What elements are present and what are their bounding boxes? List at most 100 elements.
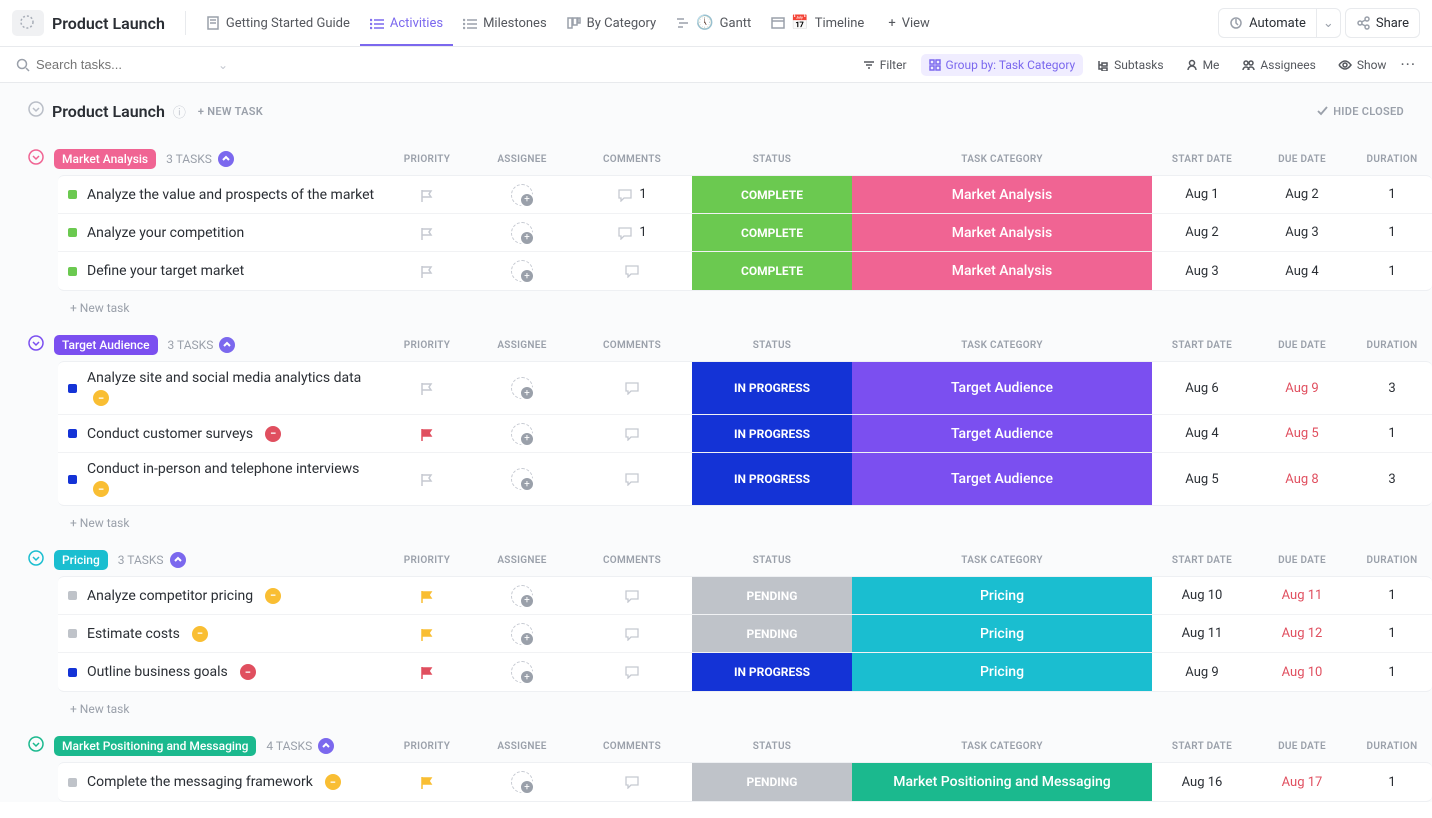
cell-due-date[interactable]: Aug 12 [1252,615,1352,652]
assignee-placeholder-icon[interactable] [511,661,533,683]
cell-start-date[interactable]: Aug 6 [1152,362,1252,414]
cell-category[interactable]: Target Audience [852,362,1152,414]
task-name[interactable]: Analyze your competition [87,225,244,241]
cell-comments[interactable] [572,653,692,691]
col-comments[interactable]: COMMENTS [572,741,692,752]
cell-status[interactable]: COMPLETE [692,176,852,213]
me-button[interactable]: Me [1178,54,1228,76]
cell-due-date[interactable]: Aug 3 [1252,214,1352,251]
cell-category[interactable]: Market Analysis [852,252,1152,290]
col-priority[interactable]: PRIORITY [382,555,472,566]
cell-status[interactable]: PENDING [692,763,852,801]
col-assignee[interactable]: ASSIGNEE [472,154,572,165]
cell-due-date[interactable]: Aug 11 [1252,577,1352,614]
priority-flag-icon[interactable] [420,427,434,441]
task-row[interactable]: Estimate costs − PENDING Pricing Aug 11 … [58,615,1432,653]
show-button[interactable]: Show [1330,54,1395,76]
cell-assignee[interactable] [472,577,572,614]
cell-due-date[interactable]: Aug 8 [1252,453,1352,505]
col-duration[interactable]: DURATION [1352,555,1432,566]
cell-priority[interactable] [382,176,472,213]
task-row[interactable]: Analyze the value and prospects of the m… [58,176,1432,214]
groupby-button[interactable]: Group by: Task Category [921,54,1084,76]
status-dot[interactable] [68,429,77,438]
cell-assignee[interactable] [472,453,572,505]
cell-comments[interactable]: 1 [572,214,692,251]
col-assignee[interactable]: ASSIGNEE [472,555,572,566]
status-dot[interactable] [68,384,77,393]
cell-due-date[interactable]: Aug 17 [1252,763,1352,801]
share-button[interactable]: Share [1345,8,1420,38]
col-start-date[interactable]: START DATE [1152,741,1252,752]
cell-comments[interactable] [572,615,692,652]
group-name[interactable]: Pricing [54,550,108,570]
col-start-date[interactable]: START DATE [1152,555,1252,566]
col-duration[interactable]: DURATION [1352,340,1432,351]
cell-due-date[interactable]: Aug 2 [1252,176,1352,213]
cell-start-date[interactable]: Aug 2 [1152,214,1252,251]
col-duration[interactable]: DURATION [1352,154,1432,165]
cell-duration[interactable]: 3 [1352,453,1432,505]
col-task-category[interactable]: TASK CATEGORY [852,154,1152,165]
priority-flag-icon[interactable] [420,627,434,641]
cell-assignee[interactable] [472,214,572,251]
cell-duration[interactable]: 1 [1352,176,1432,213]
status-dot[interactable] [68,668,77,677]
cell-comments[interactable] [572,252,692,290]
tab-milestones[interactable]: Milestones [453,0,557,46]
cell-priority[interactable] [382,252,472,290]
col-comments[interactable]: COMMENTS [572,340,692,351]
task-row[interactable]: Complete the messaging framework − PENDI… [58,763,1432,801]
cell-priority[interactable] [382,577,472,614]
group-sort-icon[interactable] [219,337,235,353]
cell-start-date[interactable]: Aug 1 [1152,176,1252,213]
cell-status[interactable]: IN PROGRESS [692,362,852,414]
cell-priority[interactable] [382,763,472,801]
col-status[interactable]: STATUS [692,340,852,351]
cell-status[interactable]: COMPLETE [692,252,852,290]
assignees-button[interactable]: Assignees [1233,54,1323,76]
cell-assignee[interactable] [472,176,572,213]
cell-duration[interactable]: 3 [1352,362,1432,414]
cell-start-date[interactable]: Aug 10 [1152,577,1252,614]
new-task-row[interactable]: + New task [28,692,1432,716]
new-task-row[interactable]: + New task [28,506,1432,530]
workspace-icon[interactable] [12,10,44,36]
cell-assignee[interactable] [472,362,572,414]
cell-category[interactable]: Pricing [852,577,1152,614]
cell-category[interactable]: Market Analysis [852,214,1152,251]
cell-duration[interactable]: 1 [1352,252,1432,290]
cell-start-date[interactable]: Aug 9 [1152,653,1252,691]
task-row[interactable]: Analyze competitor pricing − PENDING Pri… [58,577,1432,615]
cell-duration[interactable]: 1 [1352,415,1432,452]
priority-flag-icon[interactable] [420,775,434,789]
group-collapse-caret[interactable] [28,335,44,355]
col-status[interactable]: STATUS [692,555,852,566]
task-row[interactable]: Analyze site and social media analytics … [58,362,1432,415]
task-name[interactable]: Complete the messaging framework [87,774,313,790]
task-name[interactable]: Estimate costs [87,626,180,642]
group-collapse-caret[interactable] [28,550,44,570]
assignee-placeholder-icon[interactable] [511,184,533,206]
task-name[interactable]: Conduct customer surveys [87,426,253,442]
priority-flag-icon[interactable] [420,381,434,395]
status-dot[interactable] [68,190,77,199]
tab-by-category[interactable]: By Category [557,0,667,46]
cell-duration[interactable]: 1 [1352,615,1432,652]
cell-due-date[interactable]: Aug 9 [1252,362,1352,414]
col-priority[interactable]: PRIORITY [382,741,472,752]
tab-gantt[interactable]: 🕔Gantt [666,0,761,46]
cell-duration[interactable]: 1 [1352,214,1432,251]
assignee-placeholder-icon[interactable] [511,260,533,282]
col-task-category[interactable]: TASK CATEGORY [852,555,1152,566]
task-name[interactable]: Analyze competitor pricing [87,588,253,604]
assignee-placeholder-icon[interactable] [511,222,533,244]
cell-category[interactable]: Target Audience [852,453,1152,505]
tab-activities[interactable]: Activities [360,0,453,46]
subtasks-button[interactable]: Subtasks [1089,54,1171,76]
cell-category[interactable]: Pricing [852,653,1152,691]
cell-category[interactable]: Target Audience [852,415,1152,452]
cell-comments[interactable] [572,362,692,414]
group-name[interactable]: Market Positioning and Messaging [54,736,256,756]
cell-start-date[interactable]: Aug 5 [1152,453,1252,505]
